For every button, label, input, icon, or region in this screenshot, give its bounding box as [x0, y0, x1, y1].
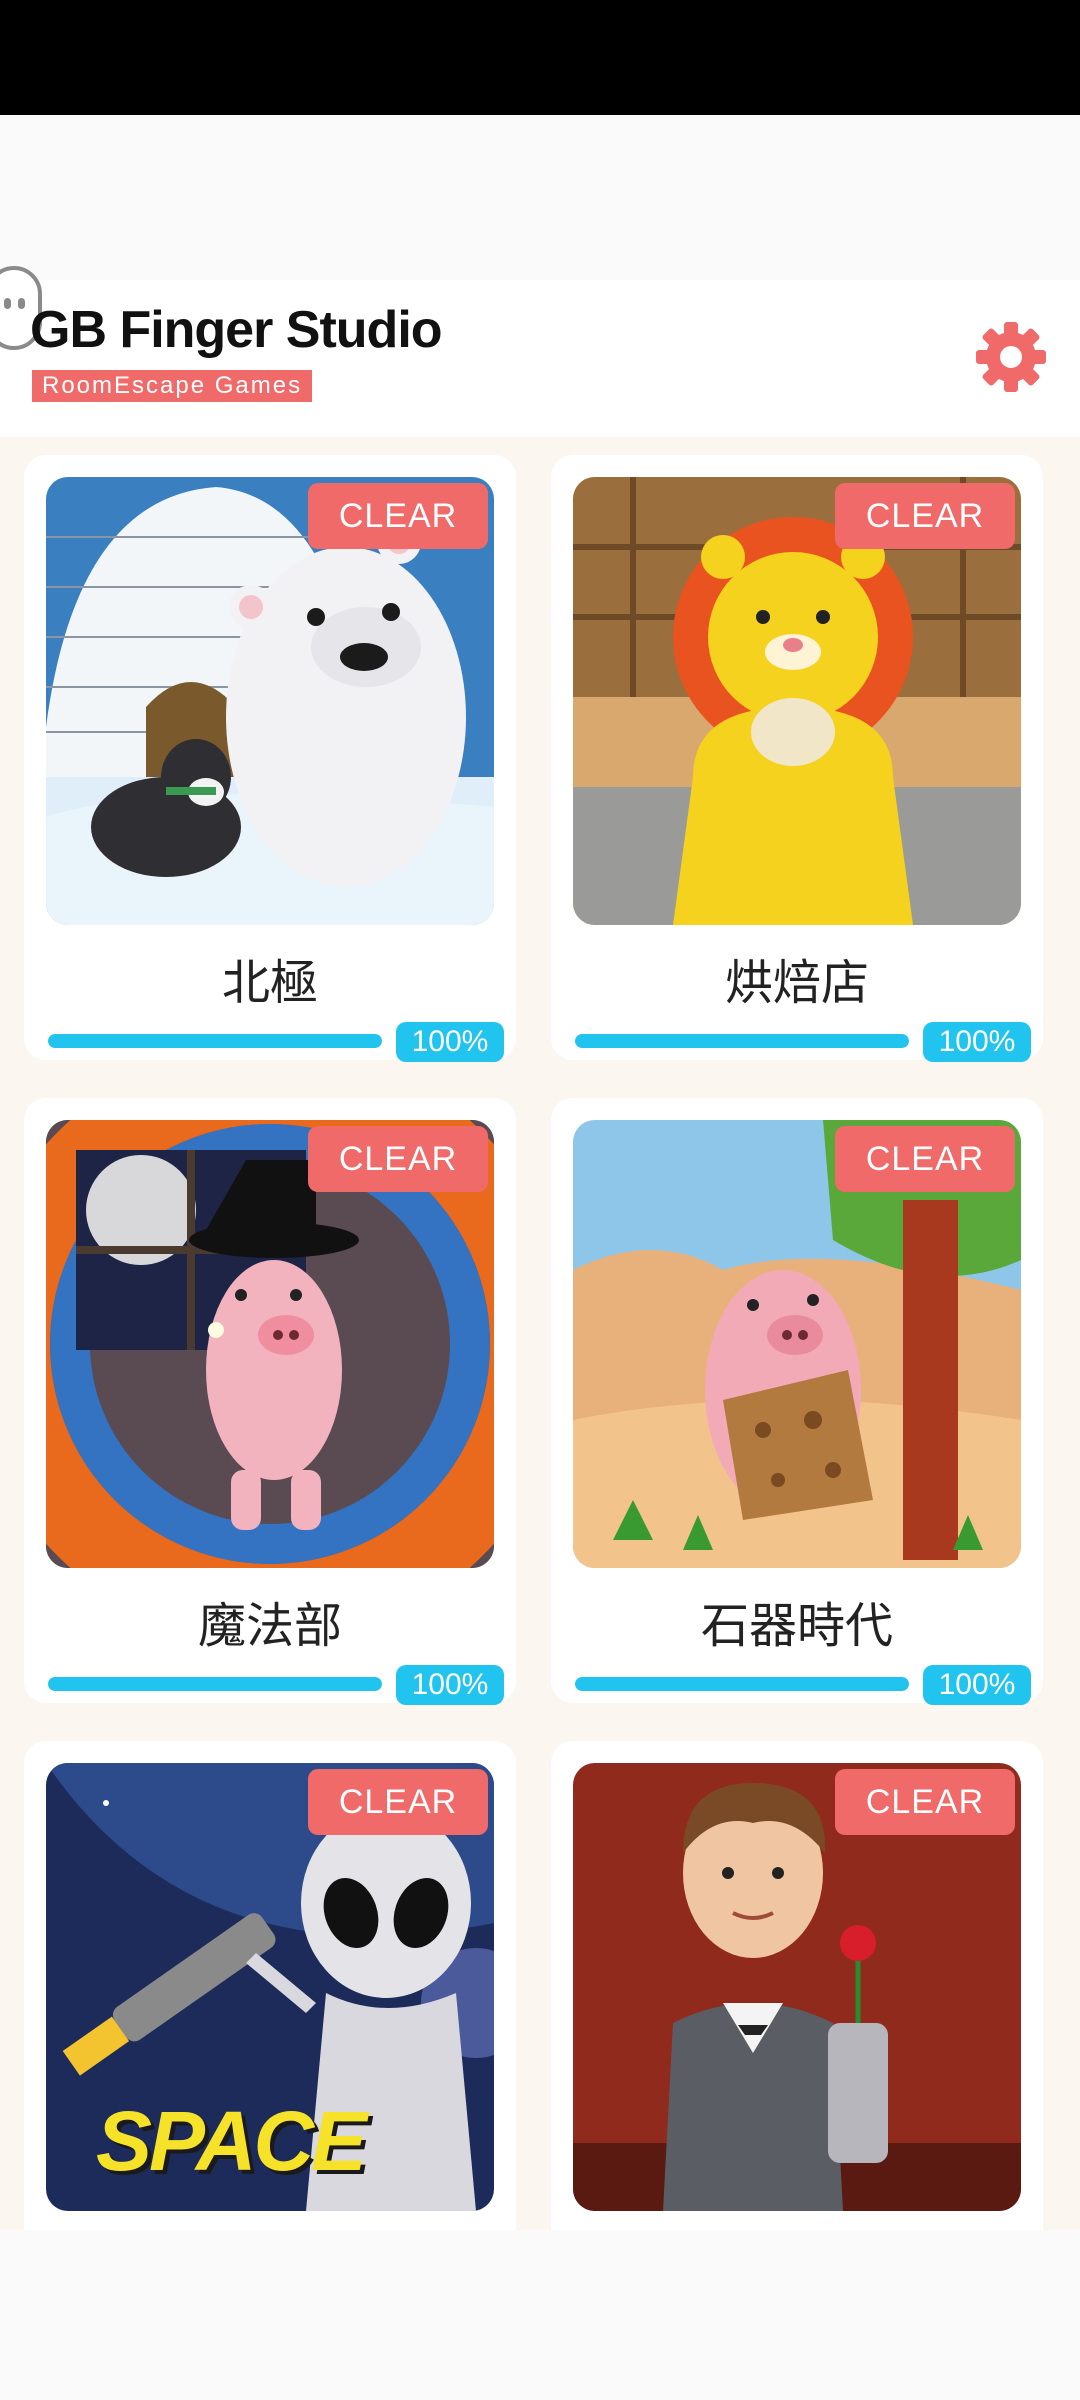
game-card-stone-age[interactable]: CLEAR 石器時代 100% — [551, 1098, 1043, 1705]
game-card-magic[interactable]: CLEAR 魔法部 100% — [24, 1098, 516, 1705]
progress-bar — [48, 1034, 382, 1048]
game-thumbnail: CLEAR SPACE — [46, 1763, 494, 2211]
progress-percent: 100% — [923, 1665, 1031, 1705]
clear-badge: CLEAR — [308, 1769, 488, 1835]
progress-fill — [575, 1677, 909, 1691]
status-bar — [0, 0, 1080, 115]
game-title: 石器時代 — [700, 1600, 893, 1653]
app-subtitle: RoomEscape Games — [32, 370, 313, 402]
top-spacer — [0, 115, 1080, 280]
game-thumbnail: CLEAR — [46, 1120, 494, 1568]
game-thumbnail: CLEAR — [573, 477, 1021, 925]
progress-percent: 100% — [396, 1022, 504, 1062]
clear-badge: CLEAR — [835, 1126, 1015, 1192]
game-title: 魔法部 — [197, 1600, 342, 1653]
gear-icon[interactable] — [972, 318, 1050, 396]
game-thumbnail: CLEAR — [573, 1120, 1021, 1568]
progress-bar — [575, 1034, 909, 1048]
game-card-bakery[interactable]: CLEAR 烘焙店 100% — [551, 455, 1043, 1062]
game-grid: CLEAR 北極 100% CLEAR 烘焙店 100% CLEAR 魔法部 1… — [0, 437, 1080, 2230]
progress-bar — [575, 1677, 909, 1691]
game-title: 烘焙店 — [724, 957, 869, 1010]
clear-badge: CLEAR — [308, 483, 488, 549]
game-thumbnail: CLEAR — [573, 1763, 1021, 2211]
clear-badge: CLEAR — [308, 1126, 488, 1192]
bottom-bar — [0, 2230, 1080, 2400]
game-card-arctic[interactable]: CLEAR 北極 100% — [24, 455, 516, 1062]
progress-bar — [48, 1677, 382, 1691]
progress-percent: 100% — [396, 1665, 504, 1705]
game-thumbnail: CLEAR — [46, 477, 494, 925]
progress-fill — [575, 1034, 909, 1048]
game-card-space[interactable]: CLEAR SPACE — [24, 1741, 516, 2230]
progress-fill — [48, 1034, 382, 1048]
game-title: 北極 — [221, 957, 318, 1010]
progress-fill — [48, 1677, 382, 1691]
game-card-bar[interactable]: CLEAR — [551, 1741, 1043, 2230]
app-title: GB Finger Studio — [30, 301, 443, 359]
clear-badge: CLEAR — [835, 1769, 1015, 1835]
space-logo: SPACE — [96, 2094, 367, 2188]
clear-badge: CLEAR — [835, 483, 1015, 549]
progress-percent: 100% — [923, 1022, 1031, 1062]
